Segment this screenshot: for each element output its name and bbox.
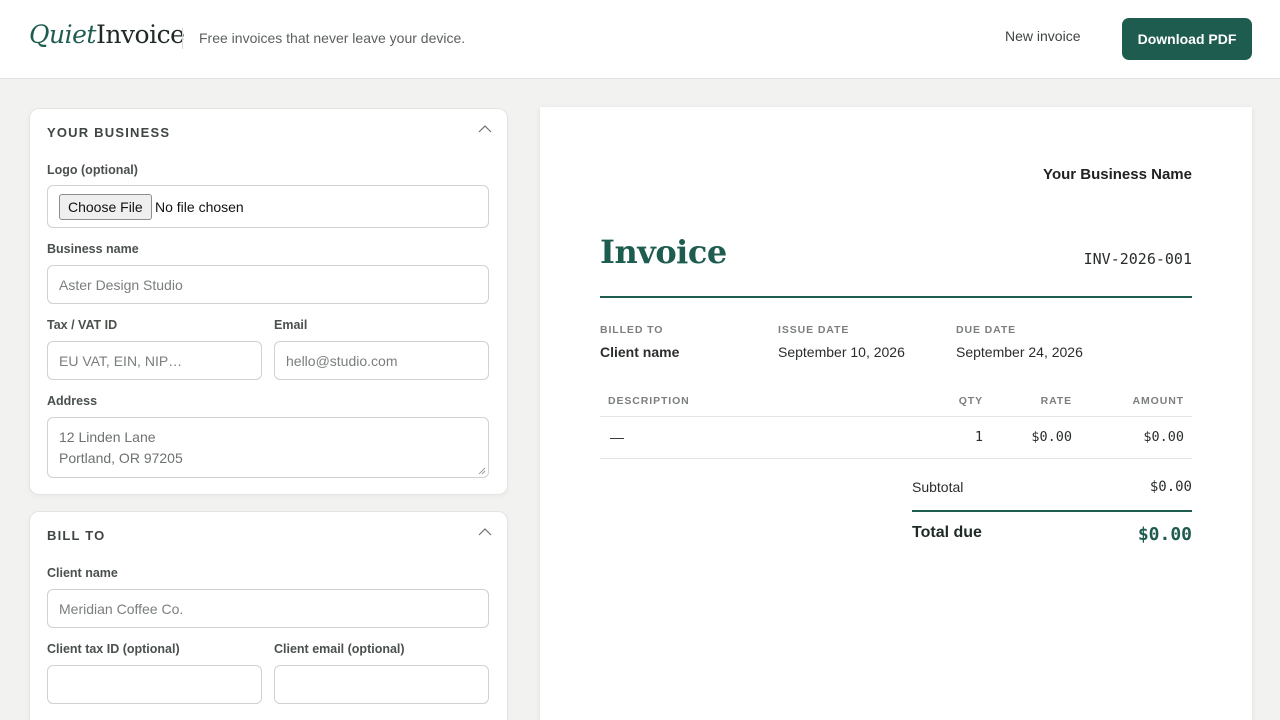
row-rate: $0.00 bbox=[1031, 429, 1072, 445]
client-name-input[interactable]: Meridian Coffee Co. bbox=[47, 589, 489, 628]
bill-to-card: BILL TO Client name Meridian Coffee Co. … bbox=[29, 511, 508, 720]
issue-date-value: September 10, 2026 bbox=[778, 344, 905, 360]
issue-date-label: ISSUE DATE bbox=[778, 324, 850, 336]
col-description: DESCRIPTION bbox=[608, 395, 690, 407]
tagline: Free invoices that never leave your devi… bbox=[199, 30, 466, 46]
billed-to-value: Client name bbox=[600, 344, 680, 360]
logo-invoice: Invoice bbox=[95, 20, 185, 49]
email-input[interactable]: hello@studio.com bbox=[274, 341, 489, 380]
tax-id-input[interactable]: EU VAT, EIN, NIP… bbox=[47, 341, 262, 380]
logo-quiet: Quiet bbox=[29, 20, 96, 49]
invoice-number: INV-2026-001 bbox=[1083, 250, 1192, 268]
tax-id-label: Tax / VAT ID bbox=[47, 318, 118, 332]
address-label: Address bbox=[47, 394, 98, 408]
choose-file-button[interactable]: Choose File bbox=[59, 194, 152, 220]
business-name-label: Business name bbox=[47, 242, 139, 256]
bill-to-title: BILL TO bbox=[47, 528, 106, 543]
table-header-rule bbox=[600, 416, 1192, 417]
due-date-value: September 24, 2026 bbox=[956, 344, 1083, 360]
subtotal-value: $0.00 bbox=[1149, 479, 1192, 495]
logo-file-input[interactable]: Choose File No file chosen bbox=[47, 185, 489, 228]
address-textarea[interactable]: 12 Linden Lane Portland, OR 97205 bbox=[47, 417, 489, 478]
business-name-input[interactable]: Aster Design Studio bbox=[47, 265, 489, 304]
resize-handle-icon[interactable] bbox=[478, 467, 486, 475]
col-rate: RATE bbox=[1040, 395, 1072, 407]
address-line-2: Portland, OR 97205 bbox=[59, 450, 183, 466]
your-business-card: YOUR BUSINESS Logo (optional) Choose Fil… bbox=[29, 108, 508, 495]
client-tax-input[interactable] bbox=[47, 665, 262, 704]
due-date-label: DUE DATE bbox=[956, 324, 1017, 336]
address-line-1: 12 Linden Lane bbox=[59, 429, 156, 445]
total-due-label: Total due bbox=[912, 524, 982, 541]
row-qty: 1 bbox=[974, 429, 983, 445]
invoice-title: Invoice bbox=[600, 233, 727, 271]
header-rule bbox=[600, 296, 1192, 298]
client-tax-label: Client tax ID (optional) bbox=[47, 642, 180, 656]
total-due-value: $0.00 bbox=[1137, 524, 1192, 545]
table-row-rule bbox=[600, 458, 1192, 459]
preview-business-name: Your Business Name bbox=[1043, 166, 1192, 183]
download-pdf-button[interactable]: Download PDF bbox=[1122, 18, 1252, 60]
subtotal-label: Subtotal bbox=[912, 479, 964, 495]
billed-to-label: BILLED TO bbox=[600, 324, 664, 336]
total-rule bbox=[912, 510, 1192, 512]
row-description: — bbox=[610, 429, 624, 445]
no-file-text: No file chosen bbox=[155, 199, 244, 215]
client-name-label: Client name bbox=[47, 566, 118, 580]
client-email-label: Client email (optional) bbox=[274, 642, 405, 656]
logo-label: Logo (optional) bbox=[47, 163, 138, 177]
header-divider bbox=[182, 28, 183, 49]
col-amount: AMOUNT bbox=[1132, 395, 1184, 407]
client-email-input[interactable] bbox=[274, 665, 489, 704]
top-bar: QuietInvoice Free invoices that never le… bbox=[0, 0, 1280, 79]
new-invoice-link[interactable]: New invoice bbox=[1005, 28, 1080, 44]
chevron-up-icon[interactable] bbox=[478, 124, 492, 134]
chevron-up-icon[interactable] bbox=[478, 527, 492, 537]
your-business-title: YOUR BUSINESS bbox=[47, 125, 171, 140]
row-amount: $0.00 bbox=[1143, 429, 1184, 445]
app-logo[interactable]: QuietInvoice bbox=[29, 20, 185, 49]
invoice-preview: Your Business Name Invoice INV-2026-001 … bbox=[540, 107, 1252, 720]
col-qty: QTY bbox=[958, 395, 983, 407]
email-label: Email bbox=[274, 318, 308, 332]
